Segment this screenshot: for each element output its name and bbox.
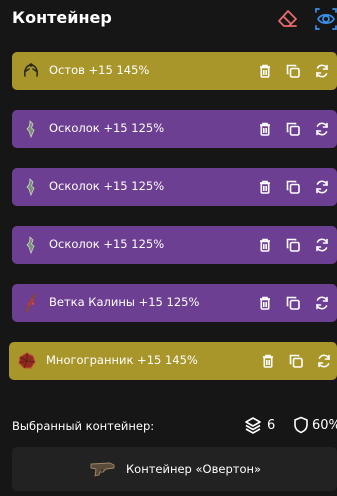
trash-icon[interactable]	[260, 353, 276, 369]
list-item-ostov[interactable]: Остов +15 145%	[12, 52, 337, 90]
copy-icon[interactable]	[285, 121, 301, 137]
polyhedron-icon	[18, 352, 36, 369]
panel-title: Контейнер	[12, 8, 112, 27]
weapon-icon	[90, 462, 115, 477]
copy-icon[interactable]	[285, 63, 301, 79]
list-item-shard[interactable]: Осколок +15 125%	[12, 226, 337, 264]
trash-icon[interactable]	[257, 63, 273, 79]
selected-container-label: Выбранный контейнер:	[12, 419, 155, 433]
item-label: Многогранник +15 145%	[46, 353, 198, 367]
trash-icon[interactable]	[257, 179, 273, 195]
refresh-icon[interactable]	[314, 63, 330, 79]
copy-icon[interactable]	[288, 353, 304, 369]
copy-icon[interactable]	[285, 179, 301, 195]
item-label: Осколок +15 125%	[49, 121, 165, 135]
shard-icon	[26, 120, 35, 139]
layers-icon	[245, 417, 261, 434]
item-label: Осколок +15 125%	[49, 179, 165, 193]
item-label: Ветка Калины +15 125%	[49, 295, 200, 309]
list-item-polyhedron[interactable]: Многогранник +15 145%	[9, 342, 337, 380]
refresh-icon[interactable]	[314, 237, 330, 253]
panel-header: Контейнер	[12, 6, 337, 32]
selected-container-button[interactable]: Контейнер «Овертон»	[12, 447, 337, 491]
ostov-icon	[23, 63, 39, 77]
list-item-shard[interactable]: Осколок +15 125%	[12, 110, 337, 148]
shield-icon	[294, 416, 308, 434]
refresh-icon[interactable]	[314, 295, 330, 311]
refresh-icon[interactable]	[314, 121, 330, 137]
shard-icon	[26, 178, 35, 197]
trash-icon[interactable]	[257, 121, 273, 137]
container-name: Контейнер «Овертон»	[126, 462, 262, 476]
shield-percent: 60%	[312, 418, 337, 433]
shard-icon	[26, 236, 35, 255]
list-item-viburnum-branch[interactable]: Ветка Калины +15 125%	[12, 284, 337, 322]
layers-count: 6	[267, 418, 276, 433]
eraser-icon[interactable]	[276, 8, 298, 30]
copy-icon[interactable]	[285, 237, 301, 253]
trash-icon[interactable]	[257, 295, 273, 311]
list-item-shard[interactable]: Осколок +15 125%	[12, 168, 337, 206]
copy-icon[interactable]	[285, 295, 301, 311]
eye-icon[interactable]	[314, 7, 337, 31]
refresh-icon[interactable]	[314, 179, 330, 195]
trash-icon[interactable]	[257, 237, 273, 253]
viburnum-branch-icon	[25, 293, 37, 313]
item-label: Остов +15 145%	[49, 63, 150, 77]
refresh-icon[interactable]	[316, 353, 332, 369]
item-label: Осколок +15 125%	[49, 237, 165, 251]
container-panel: Контейнер Остов +15 145% Осколок +15 125…	[0, 0, 337, 496]
